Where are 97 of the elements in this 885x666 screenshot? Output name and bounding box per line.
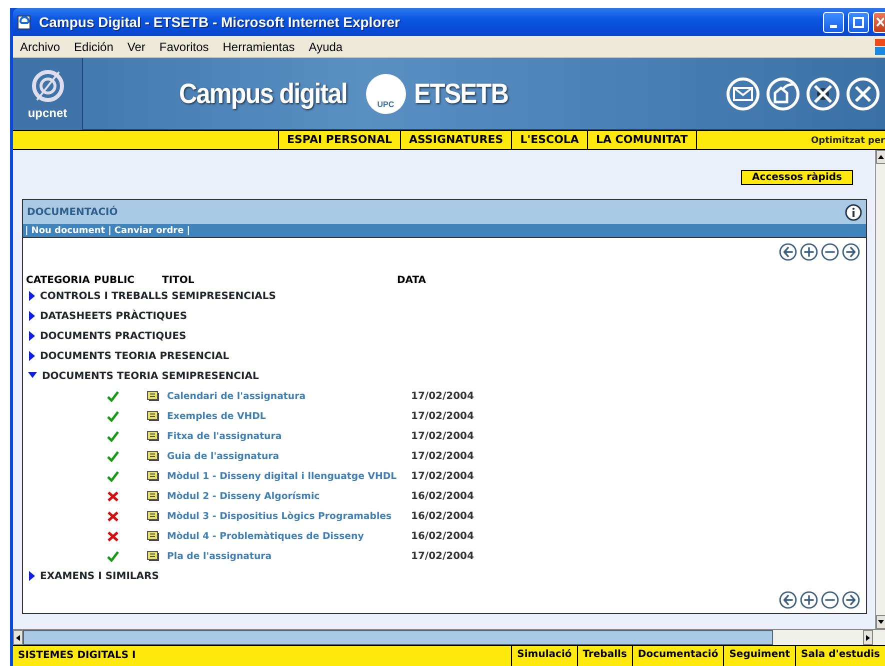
remove-icon[interactable] [821, 591, 839, 609]
window-title: Campus Digital - ETSETB - Microsoft Internet Explorer [39, 14, 400, 30]
close-icon[interactable] [845, 76, 881, 112]
column-header: TITOL [162, 275, 196, 286]
close-icon [876, 17, 884, 27]
horizontal-scrollbar[interactable] [13, 629, 885, 645]
category-link[interactable]: DOCUMENTS TEORIA SEMIPRESENCIAL [42, 370, 259, 382]
expand-arrow-icon[interactable] [28, 571, 36, 581]
expand-arrow-icon[interactable] [28, 331, 36, 341]
expand-arrow-icon[interactable] [28, 351, 36, 361]
scroll-right-icon[interactable] [866, 634, 870, 640]
mail-icon[interactable] [725, 76, 761, 112]
optimized-note: Optimitzat per [811, 135, 885, 148]
section-tab[interactable]: Documentació [632, 646, 724, 666]
note-icon [147, 510, 160, 522]
column-header: DATA [397, 275, 428, 286]
separator: | [186, 226, 190, 236]
note-icon [147, 430, 160, 442]
document-date: 17/02/2004 [411, 390, 474, 402]
upcnet-logo: upcnet [13, 58, 83, 130]
site-title: Campus digital [179, 78, 348, 110]
windows-logo-icon [873, 36, 885, 56]
document-date: 16/02/2004 [411, 490, 474, 502]
menu-item[interactable]: Ver [120, 40, 152, 54]
document-link[interactable]: Calendari de l'assignatura [167, 390, 411, 402]
panel-title: DOCUMENTACIÓ [27, 206, 118, 218]
note-icon [147, 470, 160, 482]
document-link[interactable]: Mòdul 1 - Disseny digital i llenguatge VHDL [167, 470, 411, 482]
document-date: 16/02/2004 [411, 530, 474, 542]
scroll-left-icon[interactable] [16, 634, 20, 640]
action-link[interactable]: Nou document [31, 226, 106, 236]
menu-item[interactable]: Ayuda [302, 40, 350, 54]
separator: | [108, 226, 112, 236]
add-icon[interactable] [800, 243, 818, 261]
scroll-up-icon[interactable] [878, 155, 884, 159]
scroll-down-icon[interactable] [878, 620, 884, 624]
nav-item[interactable]: L'ESCOLA [511, 131, 587, 149]
maximize-button[interactable] [848, 12, 869, 32]
note-icon [147, 530, 160, 542]
document-link[interactable]: Pla de l'assignatura [167, 550, 411, 562]
course-title: SISTEMES DIGITALS I [17, 649, 137, 663]
minimize-icon [830, 24, 837, 28]
quick-access-button[interactable]: Accessos ràpids [741, 170, 853, 185]
document-link[interactable]: Guia de l'assignatura [167, 450, 411, 462]
section-tab[interactable]: Simulació [511, 646, 577, 666]
document-link[interactable]: Mòdul 2 - Disseny Algorísmic [167, 490, 411, 502]
category-link[interactable]: DOCUMENTS PRACTIQUES [40, 330, 186, 342]
back-icon[interactable] [779, 243, 797, 261]
document-link[interactable]: Mòdul 4 - Problemàtiques de Disseny [167, 530, 411, 542]
column-header: PUBLIC [94, 275, 136, 286]
note-icon [147, 450, 160, 462]
document-date: 17/02/2004 [411, 470, 474, 482]
back-icon[interactable] [779, 591, 797, 609]
nav-item[interactable]: LA COMUNITAT [586, 131, 697, 149]
action-link[interactable]: Canviar ordre [114, 226, 184, 236]
maximize-icon [853, 16, 864, 28]
menu-item[interactable]: Herramientas [216, 40, 302, 54]
category-link[interactable]: DOCUMENTS TEORIA PRESENCIAL [40, 350, 230, 362]
nav-item[interactable]: ESPAI PERSONAL [278, 131, 400, 149]
document-date: 16/02/2004 [411, 510, 474, 522]
document-link[interactable]: Mòdul 3 - Dispositius Lògics Programables [167, 510, 411, 522]
info-icon[interactable] [845, 204, 862, 220]
note-icon [147, 410, 160, 422]
add-icon[interactable] [800, 591, 818, 609]
category-link[interactable]: EXAMENS I SIMILARS [40, 570, 159, 582]
forward-icon[interactable] [842, 243, 860, 261]
section-tab[interactable]: Treballs [576, 646, 632, 666]
disconnect-icon[interactable] [805, 76, 841, 112]
section-tab[interactable]: Seguiment [723, 646, 795, 666]
minimize-button[interactable] [823, 12, 844, 32]
forward-icon[interactable] [842, 591, 860, 609]
nav-item[interactable]: ASSIGNATURES [400, 131, 512, 149]
browser-icon [17, 14, 33, 30]
menu-item[interactable]: Edición [67, 40, 120, 54]
document-date: 17/02/2004 [411, 410, 474, 422]
column-header: CATEGORIA [26, 275, 91, 286]
note-icon [147, 390, 160, 402]
document-date: 17/02/2004 [411, 430, 474, 442]
vertical-scrollbar[interactable] [875, 150, 885, 629]
category-link[interactable]: CONTROLS I TREBALLS SEMIPRESENCIALS [40, 290, 276, 302]
document-date: 17/02/2004 [411, 550, 474, 562]
note-icon [147, 490, 160, 502]
document-link[interactable]: Fitxa de l'assignatura [167, 430, 411, 442]
expand-arrow-icon[interactable] [28, 291, 36, 301]
document-link[interactable]: Exemples de VHDL [167, 410, 411, 422]
note-icon [147, 550, 160, 562]
university-seal: UPC [366, 74, 406, 114]
school-name: ETSETB [414, 78, 508, 110]
document-date: 17/02/2004 [411, 450, 474, 462]
section-tab[interactable]: Sala d'estudis [795, 646, 885, 666]
expand-arrow-icon[interactable] [28, 311, 36, 321]
remove-icon[interactable] [821, 243, 839, 261]
separator: | [25, 226, 28, 236]
menu-item[interactable]: Favoritos [152, 40, 216, 54]
close-button[interactable] [873, 12, 885, 32]
menu-item[interactable]: Archivo [13, 40, 68, 54]
category-link[interactable]: DATASHEETS PRÀCTIQUES [40, 310, 188, 322]
